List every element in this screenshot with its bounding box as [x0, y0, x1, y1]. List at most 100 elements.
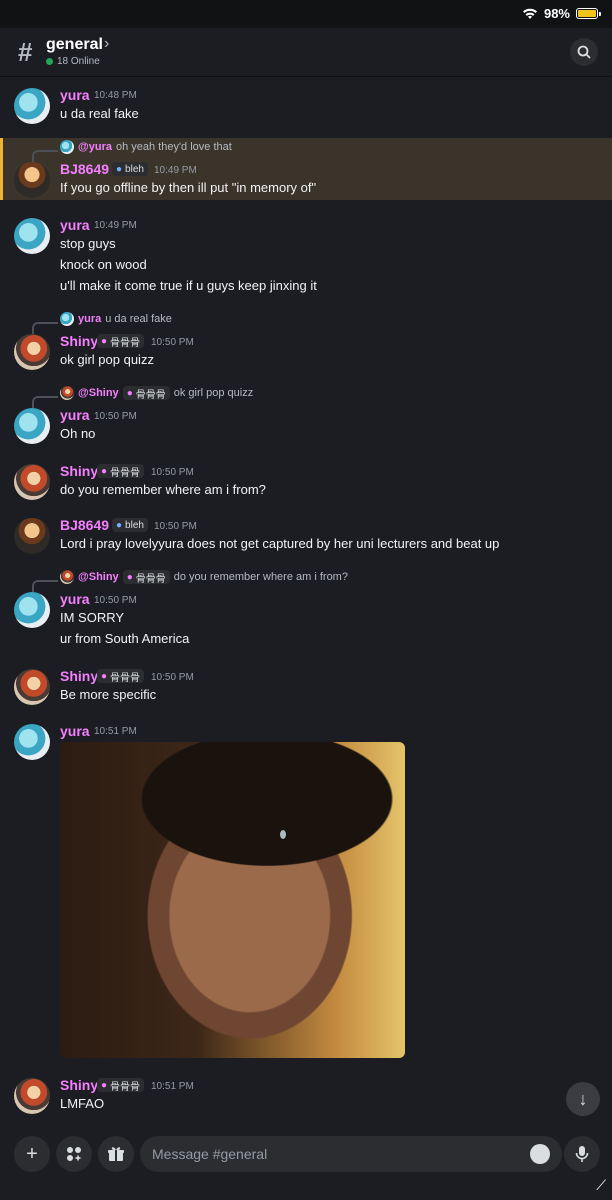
apps-button[interactable]	[56, 1136, 92, 1172]
badge-label: 骨骨骨	[135, 573, 166, 585]
tag-badge: ● bleh	[112, 162, 148, 176]
droplet-icon: ●	[116, 163, 123, 175]
avatar[interactable]	[14, 592, 50, 628]
channel-name[interactable]: general	[46, 36, 103, 54]
message-text: Be more specific	[60, 687, 157, 702]
avatar[interactable]	[14, 162, 50, 198]
microphone-icon	[575, 1146, 589, 1162]
author-name[interactable]: yura	[60, 217, 90, 233]
reply-author: @Shiny	[78, 571, 119, 583]
avatar[interactable]	[14, 218, 50, 254]
timestamp: 10:48 PM	[94, 90, 137, 101]
avatar[interactable]	[14, 408, 50, 444]
author-name[interactable]: yura	[60, 87, 90, 103]
timestamp: 10:50 PM	[151, 467, 194, 478]
avatar[interactable]	[14, 518, 50, 554]
search-button[interactable]	[570, 38, 598, 66]
skull-icon: ●	[126, 571, 133, 583]
reply-connector	[32, 150, 58, 162]
reply-preview[interactable]: @Shiny ● 骨骨骨 do you remember where am i f…	[60, 570, 348, 585]
arrow-down-icon: ↓	[578, 1088, 588, 1109]
tag-badge: ● 骨骨骨	[97, 464, 145, 479]
plus-icon: +	[26, 1142, 38, 1165]
author-name[interactable]: Shiny	[60, 333, 98, 349]
reply-text: oh yeah they'd love that	[115, 141, 232, 153]
message-text: u'll make it come true if u guys keep ji…	[60, 278, 317, 293]
badge-label: 骨骨骨	[110, 1081, 141, 1093]
badge-label: bleh	[125, 163, 144, 175]
message-list[interactable]: yura 10:48 PM u da real fake @yura oh ye…	[0, 76, 612, 1128]
skull-icon: ●	[126, 387, 133, 399]
gift-icon	[108, 1147, 124, 1161]
reply-preview[interactable]: yura u da real fake	[60, 312, 172, 326]
tag-badge: ● 骨骨骨	[122, 386, 170, 401]
apps-icon	[67, 1147, 82, 1162]
reply-avatar	[60, 312, 74, 326]
message-text: ur from South America	[60, 631, 190, 646]
attached-image[interactable]	[60, 742, 405, 1058]
reply-connector	[32, 396, 58, 408]
reply-author: @Shiny	[78, 387, 119, 399]
message-text: If you go offline by then ill put "in me…	[60, 180, 317, 195]
tag-badge: ● 骨骨骨	[97, 334, 145, 349]
reply-preview[interactable]: @yura oh yeah they'd love that	[60, 140, 232, 154]
avatar[interactable]	[14, 1078, 50, 1114]
author-name[interactable]: Shiny	[60, 1077, 98, 1093]
author-name[interactable]: yura	[60, 407, 90, 423]
add-attachment-button[interactable]: +	[14, 1136, 50, 1172]
message-text: knock on wood	[60, 257, 147, 272]
message-input[interactable]	[140, 1136, 562, 1172]
tag-badge: ● 骨骨骨	[97, 669, 145, 684]
message-text: Oh no	[60, 426, 96, 441]
channel-header[interactable]: # general › 18 Online	[0, 28, 612, 77]
avatar[interactable]	[14, 669, 50, 705]
reply-text: do you remember where am i from?	[173, 571, 348, 583]
online-label: 18 Online	[57, 56, 100, 67]
badge-label: 骨骨骨	[110, 337, 141, 349]
badge-label: 骨骨骨	[110, 672, 141, 684]
message-text: ok girl pop quizz	[60, 352, 154, 367]
message-text: u da real fake	[60, 106, 139, 121]
reply-avatar	[60, 386, 74, 400]
tear-drop	[280, 830, 286, 839]
author-name[interactable]: BJ8649	[60, 517, 109, 533]
online-count: 18 Online	[46, 56, 100, 67]
avatar[interactable]	[14, 334, 50, 370]
reply-author: yura	[78, 313, 102, 325]
jump-to-latest-button[interactable]: ↓	[566, 1082, 600, 1116]
author-name[interactable]: yura	[60, 591, 90, 607]
author-name[interactable]: Shiny	[60, 463, 98, 479]
reply-connector	[32, 580, 58, 592]
chevron-right-icon[interactable]: ›	[104, 35, 109, 53]
avatar[interactable]	[14, 464, 50, 500]
battery-icon	[576, 8, 601, 19]
reply-preview[interactable]: @Shiny ● 骨骨骨 ok girl pop quizz	[60, 386, 254, 401]
reply-text: ok girl pop quizz	[173, 387, 254, 399]
timestamp: 10:50 PM	[94, 411, 137, 422]
timestamp: 10:50 PM	[151, 672, 194, 683]
timestamp: 10:50 PM	[94, 595, 137, 606]
timestamp: 10:49 PM	[94, 220, 137, 231]
avatar[interactable]	[14, 88, 50, 124]
author-name[interactable]: BJ8649	[60, 161, 109, 177]
message-text: IM SORRY	[60, 610, 125, 625]
skull-icon: ●	[101, 335, 108, 347]
tag-badge: ● 骨骨骨	[97, 1078, 145, 1093]
gift-button[interactable]	[98, 1136, 134, 1172]
message-text: Lord i pray lovelyyura does not get capt…	[60, 536, 500, 551]
timestamp: 10:50 PM	[151, 337, 194, 348]
avatar[interactable]	[14, 724, 50, 760]
wifi-icon	[522, 8, 537, 19]
reply-avatar	[60, 570, 74, 584]
timestamp: 10:49 PM	[154, 165, 197, 176]
author-name[interactable]: yura	[60, 723, 90, 739]
badge-label: 骨骨骨	[110, 467, 141, 479]
timestamp: 10:51 PM	[94, 726, 137, 737]
badge-label: 骨骨骨	[135, 389, 166, 401]
skull-icon: ●	[101, 670, 108, 682]
author-name[interactable]: Shiny	[60, 668, 98, 684]
voice-message-button[interactable]	[564, 1136, 600, 1172]
reply-avatar	[60, 140, 74, 154]
message-composer: + ⟋	[0, 1128, 612, 1200]
emoji-icon[interactable]	[530, 1144, 550, 1164]
